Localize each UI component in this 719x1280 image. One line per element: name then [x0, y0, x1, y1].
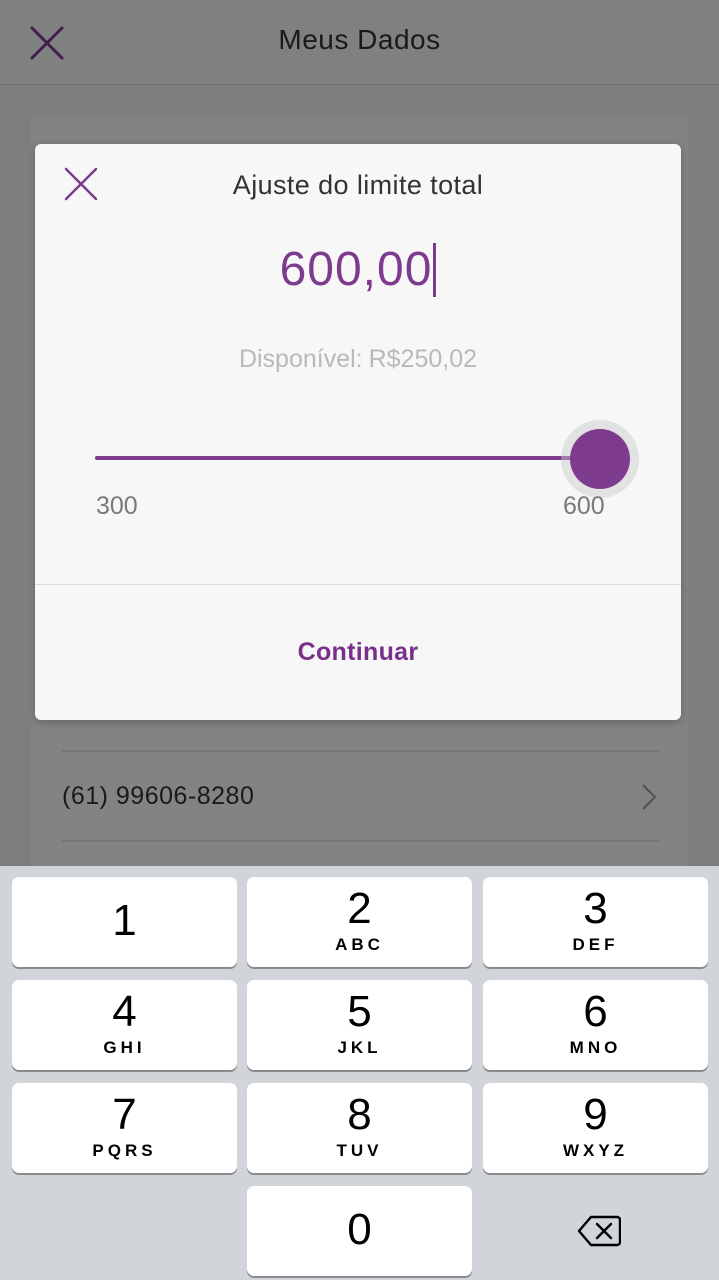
key-letters: PQRS	[92, 1141, 157, 1160]
continue-button[interactable]: Continuar	[35, 585, 681, 720]
amount-input[interactable]: 600,00	[35, 242, 681, 297]
key-4[interactable]: 4 GHI	[12, 980, 237, 1070]
key-3[interactable]: 3 DEF	[483, 877, 708, 967]
key-digit: 4	[112, 987, 137, 1036]
key-letters: MNO	[569, 1038, 622, 1057]
key-letters: DEF	[572, 935, 619, 954]
key-digit: 1	[112, 896, 137, 945]
limit-slider[interactable]	[95, 420, 639, 500]
text-caret	[433, 242, 437, 297]
key-letters: WXYZ	[562, 1141, 629, 1160]
amount-value: 600,00	[279, 243, 433, 296]
slider-max-label: 600	[563, 492, 605, 520]
key-digit: 9	[583, 1090, 608, 1139]
key-5[interactable]: 5 JKL	[247, 980, 472, 1070]
key-2[interactable]: 2 ABC	[247, 877, 472, 967]
key-8[interactable]: 8 TUV	[247, 1083, 472, 1173]
delete-key[interactable]	[483, 1188, 708, 1278]
limit-adjust-dialog: Ajuste do limite total 600,00 Disponível…	[35, 144, 681, 720]
key-1[interactable]: 1	[12, 877, 237, 967]
key-letters: JKL	[337, 1038, 382, 1057]
key-letters: TUV	[336, 1141, 383, 1160]
key-digit: 0	[347, 1205, 372, 1254]
available-value: R$250,02	[368, 345, 478, 373]
key-0[interactable]: 0	[247, 1186, 472, 1276]
available-label: Disponível:	[238, 345, 363, 373]
key-digit: 8	[347, 1090, 372, 1139]
slider-track[interactable]	[95, 456, 595, 460]
numeric-keypad: 1 2 ABC 3 DEF 4 GHI 5 JKL 6 MNO 7 PQRS 8…	[0, 866, 719, 1280]
key-9[interactable]: 9 WXYZ	[483, 1083, 708, 1173]
key-digit: 2	[347, 884, 372, 933]
key-digit: 3	[583, 884, 608, 933]
key-digit: 6	[583, 987, 608, 1036]
key-letters: GHI	[103, 1038, 146, 1057]
key-letters: ABC	[335, 935, 384, 954]
slider-min-label: 300	[96, 492, 138, 520]
dialog-title: Ajuste do limite total	[232, 170, 484, 200]
key-6[interactable]: 6 MNO	[483, 980, 708, 1070]
key-digit: 7	[112, 1090, 137, 1139]
key-digit: 5	[347, 987, 372, 1036]
available-balance: Disponível: R$250,02	[35, 345, 681, 374]
key-7[interactable]: 7 PQRS	[12, 1083, 237, 1173]
slider-thumb[interactable]	[570, 429, 630, 489]
